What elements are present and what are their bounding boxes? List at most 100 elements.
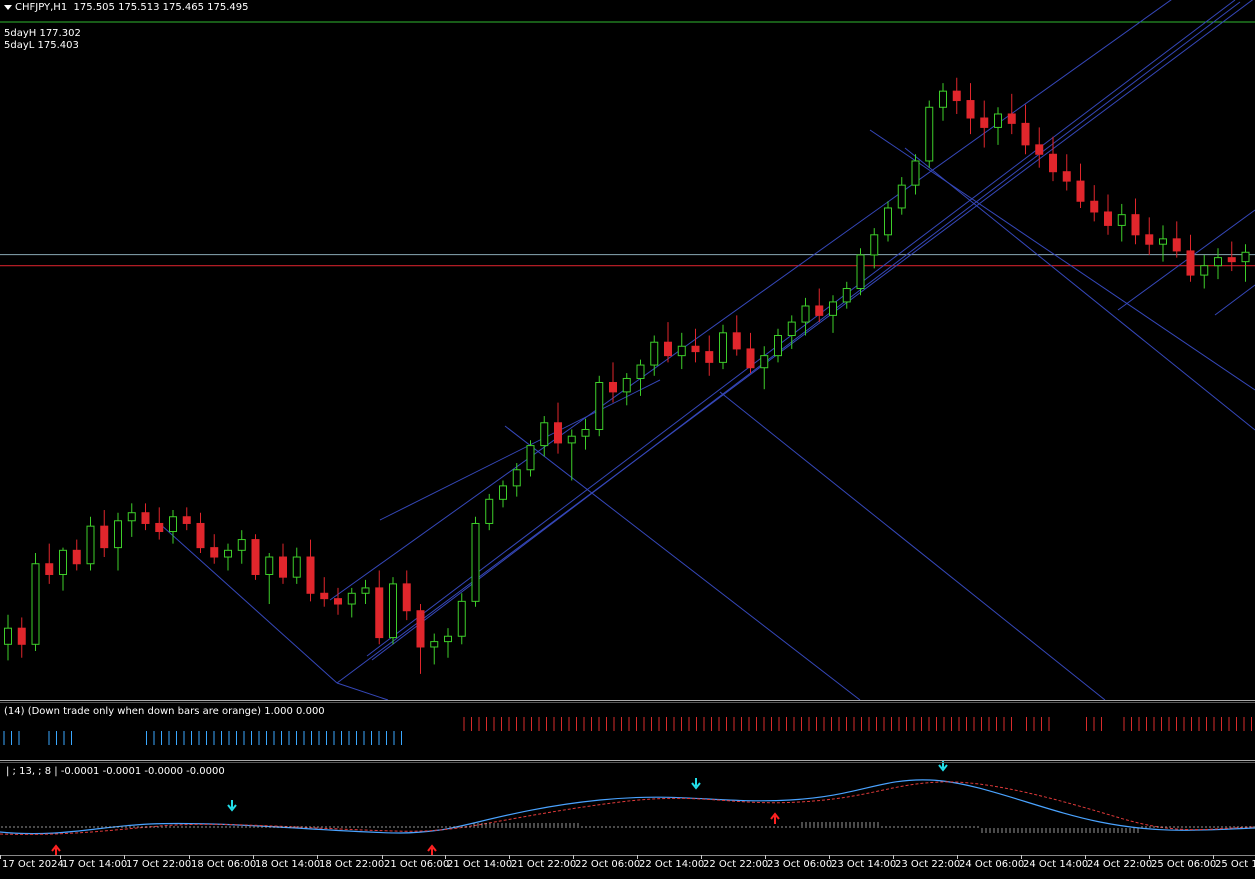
trendline-4 (336, 682, 389, 701)
candle-body (416, 610, 425, 648)
candle (141, 503, 150, 531)
time-axis-label: 22 Oct 14:00 (639, 859, 705, 870)
candle-body (17, 627, 26, 645)
sell-signal-arrow-icon (227, 800, 237, 812)
candle (1172, 221, 1181, 258)
trendline-10 (1214, 284, 1255, 316)
candle-body (636, 364, 645, 379)
trendline-1 (366, 0, 1236, 657)
candle-body (45, 563, 54, 575)
time-axis-tick (60, 855, 61, 859)
time-axis-tick (253, 855, 254, 859)
time-axis-tick (124, 855, 125, 859)
candle (540, 416, 549, 457)
candle-body (897, 184, 906, 209)
candle (59, 547, 67, 591)
candle (196, 512, 205, 554)
candle (237, 530, 246, 564)
time-axis-tick (1085, 855, 1086, 859)
time-axis-tick (382, 855, 383, 859)
time-axis-tick (1149, 855, 1150, 859)
candle-body (705, 351, 714, 363)
candle (224, 543, 232, 571)
candle (485, 493, 494, 531)
time-axis-label: 24 Oct 22:00 (1087, 859, 1153, 870)
candle-body (444, 635, 452, 643)
candle (306, 539, 315, 602)
candle-body (430, 641, 439, 648)
indicator1-label: (14) (Down trade only when down bars are… (4, 706, 325, 717)
candle-body (361, 587, 370, 594)
candle (292, 547, 301, 584)
candle-body (389, 583, 397, 639)
five-day-low-label: 5dayL 175.403 (4, 40, 79, 51)
candle-body (1214, 257, 1222, 267)
candle (774, 328, 782, 363)
candle-body (952, 90, 961, 102)
candle (1145, 217, 1154, 255)
indicator2-lines (0, 779, 1255, 835)
time-axis-label: 23 Oct 14:00 (831, 859, 897, 870)
candle-body (1186, 250, 1195, 276)
time-axis-tick (957, 855, 958, 859)
candle-body (292, 556, 301, 578)
subwindow-separator-1[interactable] (0, 700, 1255, 701)
time-axis-tick (317, 855, 318, 859)
candle (45, 543, 54, 584)
time-axis-label: 25 Oct 06:00 (1151, 859, 1217, 870)
candle-body (526, 445, 535, 471)
candle-body (664, 341, 672, 357)
candle (279, 543, 287, 584)
candle (691, 328, 700, 363)
candle-body (774, 335, 782, 357)
price-chart[interactable] (0, 0, 1255, 879)
candle-body (1021, 122, 1030, 146)
candle-body (1241, 251, 1250, 263)
candle (705, 335, 714, 376)
candle-body (1104, 211, 1112, 226)
subwindow-separator-2[interactable] (0, 760, 1255, 761)
sell-signal-arrow-icon (691, 778, 701, 790)
collapse-arrow-icon[interactable] (4, 5, 12, 10)
time-axis-tick (701, 855, 702, 859)
candle-body (609, 381, 617, 393)
candle (815, 288, 824, 323)
time-axis-label: 17 Oct 22:00 (126, 859, 192, 870)
candle-body (966, 100, 975, 119)
time-axis-label: 21 Oct 14:00 (447, 859, 513, 870)
candle (1131, 198, 1140, 245)
chart-title: CHFJPY,H1 175.505 175.513 175.465 175.49… (15, 2, 249, 14)
candle-body (196, 522, 205, 549)
candle-body (499, 485, 507, 500)
candle (402, 570, 411, 621)
candle-body (554, 422, 562, 444)
candle (17, 617, 26, 658)
candle-body (1145, 234, 1154, 245)
candle (925, 100, 934, 168)
candle-body (251, 539, 260, 575)
candle-body (815, 305, 824, 316)
time-axis-tick (445, 855, 446, 859)
candle-body (994, 113, 1002, 128)
time-axis-tick (189, 855, 190, 859)
candle (980, 100, 989, 148)
candle (457, 593, 466, 645)
candle-body (1049, 153, 1057, 173)
candle (595, 375, 604, 437)
time-axis-label: 18 Oct 06:00 (191, 859, 257, 870)
indicator1-bars (3, 717, 1252, 745)
oscillator-signal-line (0, 781, 1255, 835)
candle (567, 429, 576, 481)
candle (210, 534, 219, 564)
candle-body (512, 469, 521, 487)
candle (952, 77, 961, 114)
candle-body (210, 547, 219, 558)
candle-body (237, 539, 246, 551)
candle (897, 177, 906, 215)
candle-body (1062, 171, 1071, 182)
candle (911, 154, 920, 195)
candle (554, 402, 562, 454)
candle (1227, 241, 1236, 272)
candle-body (402, 583, 411, 612)
candle (1062, 154, 1071, 191)
